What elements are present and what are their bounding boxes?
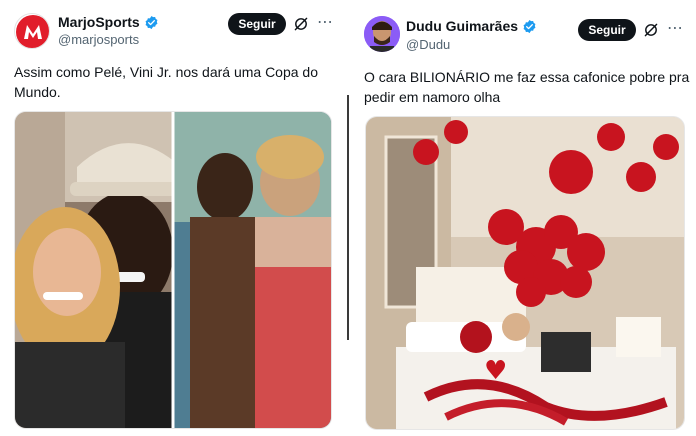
author-name-row: Dudu Guimarães: [406, 18, 537, 34]
svg-text:♥: ♥: [484, 356, 507, 386]
author-display-name[interactable]: Dudu Guimarães: [406, 18, 518, 34]
tweet-text: O cara BILIONÁRIO me faz essa cafonice p…: [364, 69, 690, 105]
divider: [347, 95, 349, 340]
tweet-media-image[interactable]: ♥: [365, 116, 685, 430]
author-handle[interactable]: @Dudu: [406, 37, 450, 52]
author-handle[interactable]: @marjosports: [58, 32, 139, 47]
more-icon[interactable]: ⋯: [667, 18, 684, 38]
grok-icon[interactable]: [293, 16, 309, 32]
tweet-media-image[interactable]: [14, 111, 332, 429]
marjosports-logo-icon: [16, 15, 49, 48]
user-avatar-icon: [364, 16, 400, 52]
follow-button[interactable]: Seguir: [578, 19, 636, 41]
tweet-card-dudu: Dudu Guimarães @Dudu Seguir ⋯ O cara BIL…: [350, 0, 696, 436]
author-display-name[interactable]: MarjoSports: [58, 14, 140, 30]
avatar[interactable]: [364, 16, 400, 52]
avatar[interactable]: [14, 13, 50, 49]
tweet-text: Assim como Pelé, Vini Jr. nos dará uma C…: [14, 64, 319, 100]
tweet-card-marjosports: MarjoSports @marjosports Seguir ⋯ Assim …: [0, 0, 345, 436]
balloon-room-image: ♥: [366, 117, 684, 429]
couple-photos-image: [15, 112, 331, 428]
more-icon[interactable]: ⋯: [317, 12, 334, 32]
verified-badge-icon: [145, 15, 158, 29]
author-name-row: MarjoSports: [58, 14, 159, 30]
grok-icon[interactable]: [643, 22, 659, 38]
follow-button[interactable]: Seguir: [228, 13, 286, 35]
verified-badge-icon: [523, 19, 536, 33]
